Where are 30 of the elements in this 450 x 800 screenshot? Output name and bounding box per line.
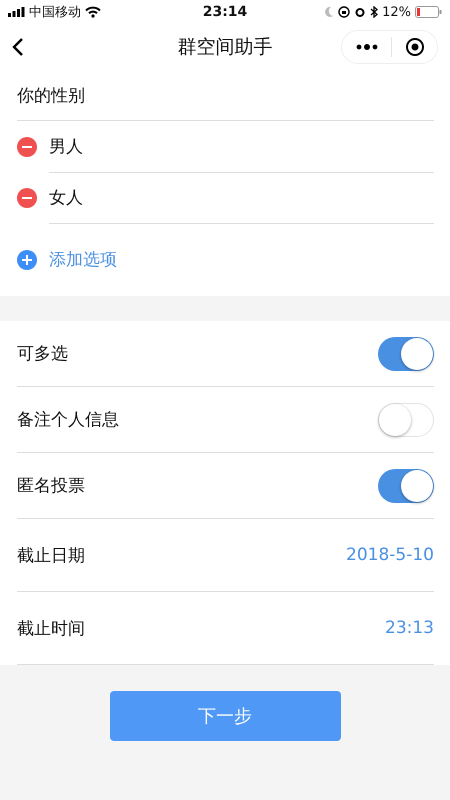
bluetooth-icon	[370, 6, 378, 18]
moon-icon	[324, 6, 334, 18]
toggle-switch[interactable]	[378, 336, 434, 370]
remove-icon[interactable]	[17, 136, 37, 156]
back-icon[interactable]	[12, 37, 24, 57]
option-text: 女人	[49, 186, 83, 208]
battery-percent: 12%	[382, 4, 411, 20]
toggle-switch[interactable]	[378, 468, 434, 502]
add-icon	[17, 250, 37, 270]
toggle-switch[interactable]	[378, 402, 434, 436]
add-option-link[interactable]: 添加选项	[17, 223, 117, 296]
wifi-icon	[85, 6, 101, 18]
carrier-name: 中国移动	[29, 4, 81, 21]
setting-value[interactable]: 23:13	[385, 618, 434, 638]
status-time: 23:14	[202, 4, 248, 20]
signal-icon	[8, 7, 25, 17]
next-button[interactable]: 下一步	[110, 691, 340, 741]
option-text: 男人	[49, 136, 83, 158]
setting-label: 截止日期	[17, 544, 85, 566]
setting-label: 截止时间	[17, 618, 85, 640]
battery-icon	[415, 6, 442, 18]
remove-icon[interactable]	[17, 188, 37, 208]
setting-label: 备注个人信息	[17, 409, 119, 431]
setting-label: 可多选	[17, 343, 68, 365]
setting-value[interactable]: 2018-5-10	[346, 545, 434, 565]
close-target-icon[interactable]	[405, 37, 425, 57]
setting-label: 匿名投票	[17, 475, 85, 497]
page-title: 群空间助手	[178, 35, 272, 60]
question-title: 你的性别	[17, 84, 85, 106]
more-icon[interactable]	[356, 44, 378, 50]
